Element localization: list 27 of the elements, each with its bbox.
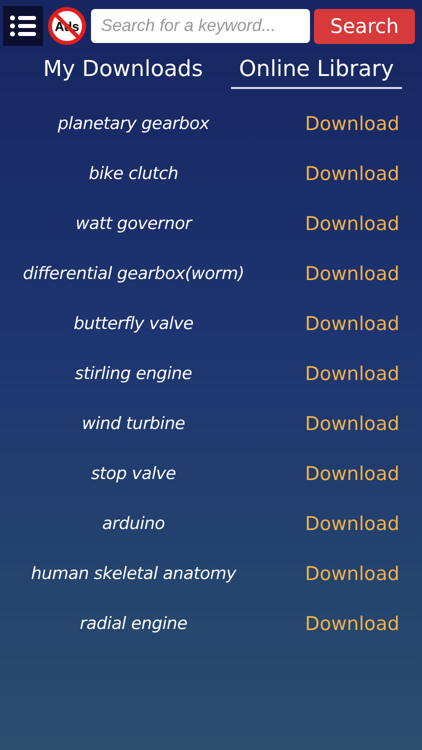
- tab[interactable]: My Downloads: [35, 55, 211, 89]
- download-link[interactable]: Download: [305, 313, 400, 335]
- download-link[interactable]: Download: [305, 513, 400, 535]
- tab[interactable]: Online Library: [230, 55, 402, 89]
- model-name: stirling engine: [74, 364, 194, 384]
- menu-icon[interactable]: [10, 15, 36, 37]
- model-name: planetary gearbox: [56, 114, 210, 134]
- model-name: human skeletal anatomy: [30, 564, 238, 584]
- model-name: radial engine: [78, 614, 188, 634]
- search-field[interactable]: Search for a keyword...: [91, 9, 310, 43]
- download-link[interactable]: Download: [305, 613, 400, 635]
- download-link[interactable]: Download: [305, 363, 400, 385]
- download-link[interactable]: Download: [305, 263, 400, 285]
- search-button[interactable]: Search: [314, 8, 415, 44]
- model-name: stop valve: [90, 464, 177, 484]
- model-name: watt governor: [74, 214, 194, 234]
- model-name: butterfly valve: [72, 314, 194, 334]
- model-name: differential gearbox(worm): [22, 264, 246, 284]
- model-name: wind turbine: [80, 414, 186, 434]
- download-link[interactable]: Download: [305, 463, 400, 485]
- model-name: bike clutch: [88, 164, 180, 184]
- download-link[interactable]: Download: [305, 563, 400, 585]
- download-link[interactable]: Download: [305, 413, 400, 435]
- download-link[interactable]: Download: [305, 163, 400, 185]
- download-link[interactable]: Download: [305, 213, 400, 235]
- model-name: arduino: [101, 514, 166, 534]
- download-link[interactable]: Download: [305, 113, 400, 135]
